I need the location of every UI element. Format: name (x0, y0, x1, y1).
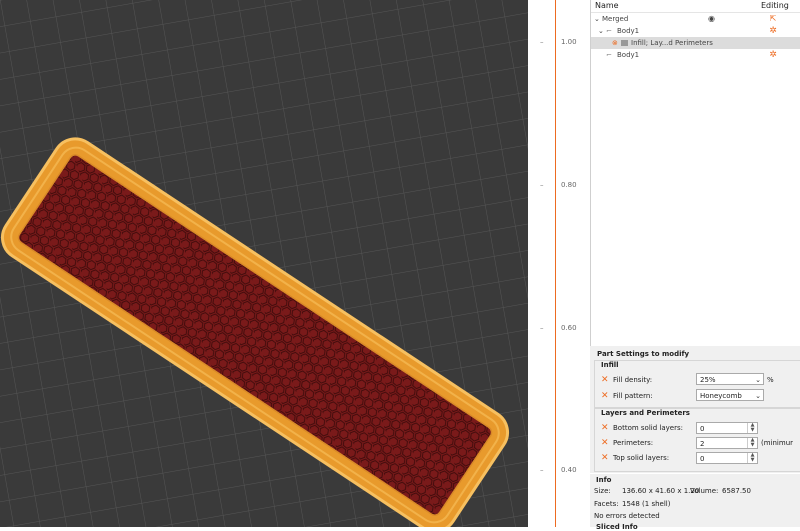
3d-viewport[interactable] (0, 0, 528, 527)
fill-pattern-label: Fill pattern: (613, 392, 653, 400)
perimeters-label: Perimeters: (613, 439, 654, 447)
fill-density-unit: % (767, 376, 774, 384)
size-value: 136.60 x 41.60 x 1.20 (622, 487, 700, 495)
layers-title: Layers and Perimeters (601, 409, 690, 417)
editing-column-header[interactable]: Editing (761, 0, 789, 12)
list-item-body1[interactable]: ⌄ ⌐ Body1 ✲ (591, 25, 800, 37)
infill-title: Infill (601, 361, 619, 369)
top-solid-layers-value: 0 (700, 455, 705, 463)
layers-group: Layers and Perimeters ✕ Bottom solid lay… (594, 408, 800, 472)
chevron-down-icon[interactable]: ⌄ (598, 25, 604, 37)
object-list: Name Editing ⌄ Merged ◉ ⇱ ⌄ ⌐ Body1 ✲ ⊗ … (590, 0, 800, 346)
part-icon: ⌐ (606, 27, 612, 35)
layer-slider-track[interactable] (555, 0, 556, 527)
slider-tick-label: 1.00 (561, 38, 577, 46)
settings-icon: ⊗ (612, 39, 618, 47)
bottom-solid-layers-label: Bottom solid layers: (613, 424, 683, 432)
slider-tick: – (540, 324, 544, 332)
volume-label: Volume: (690, 487, 719, 495)
object-label: Body1 (617, 27, 640, 35)
object-list-header: Name Editing (591, 0, 800, 13)
spinner-icon[interactable]: ▲ ▼ (747, 438, 757, 448)
print-preview-canvas[interactable] (0, 0, 528, 527)
top-solid-layers-input[interactable]: 0 ▲ ▼ (696, 452, 758, 464)
gear-icon[interactable]: ✲ (768, 50, 778, 60)
bottom-solid-layers-value: 0 (700, 425, 705, 433)
volume-value: 6587.50 (722, 487, 751, 495)
size-label: Size: (594, 487, 611, 495)
remove-setting-icon[interactable]: ✕ (601, 391, 609, 401)
external-edit-icon[interactable]: ⇱ (768, 14, 778, 24)
errors-status: No errors detected (594, 512, 660, 520)
fill-density-label: Fill density: (613, 376, 653, 384)
list-item-merged[interactable]: ⌄ Merged ◉ ⇱ (591, 13, 800, 25)
eye-icon[interactable]: ◉ (708, 13, 715, 25)
top-solid-layers-label: Top solid layers: (613, 454, 670, 462)
object-label: Body1 (617, 51, 640, 59)
chevron-down-icon[interactable]: ⌄ (594, 13, 600, 25)
fill-pattern-select[interactable]: Honeycomb ⌄ (696, 389, 764, 401)
slider-tick-label: 0.80 (561, 181, 577, 189)
slider-tick: – (540, 38, 544, 46)
fill-pattern-value: Honeycomb (700, 392, 742, 400)
info-panel: Info Size: 136.60 x 41.60 x 1.20 Volume:… (590, 474, 800, 531)
perimeters-note: (minimur (761, 439, 794, 447)
bottom-solid-layers-input[interactable]: 0 ▲ ▼ (696, 422, 758, 434)
fill-density-value: 25% (700, 376, 716, 384)
part-settings-title: Part Settings to modify (597, 350, 690, 358)
object-label: Infill; Lay...d Perimeters (631, 39, 713, 47)
sliced-info-title: Sliced Info (596, 523, 638, 531)
chevron-down-icon[interactable]: ⌄ (755, 374, 761, 386)
infill-group: Infill ✕ Fill density: 25% ⌄ % ✕ Fill pa… (594, 360, 800, 408)
slider-tick: – (540, 466, 544, 474)
part-settings-panel: Part Settings to modify Infill ✕ Fill de… (590, 346, 800, 473)
layer-slider-panel (528, 0, 590, 527)
info-title: Info (596, 476, 612, 484)
gear-icon[interactable]: ✲ (768, 26, 778, 36)
facets-value: 1548 (1 shell) (622, 500, 671, 508)
slider-tick: – (540, 181, 544, 189)
perimeters-input[interactable]: 2 ▲ ▼ (696, 437, 758, 449)
perimeters-value: 2 (700, 440, 705, 448)
remove-setting-icon[interactable]: ✕ (601, 438, 609, 448)
remove-setting-icon[interactable]: ✕ (601, 453, 609, 463)
layers-icon (621, 40, 628, 46)
object-label: Merged (602, 15, 629, 23)
list-item-body1[interactable]: ⌐ Body1 ✲ (591, 49, 800, 61)
list-item-settings[interactable]: ⊗ Infill; Lay...d Perimeters (591, 37, 800, 49)
remove-setting-icon[interactable]: ✕ (601, 423, 609, 433)
spinner-icon[interactable]: ▲ ▼ (747, 423, 757, 433)
part-icon: ⌐ (606, 51, 612, 59)
chevron-down-icon[interactable]: ⌄ (755, 390, 761, 402)
name-column-header[interactable]: Name (595, 0, 619, 12)
fill-density-select[interactable]: 25% ⌄ (696, 373, 764, 385)
facets-label: Facets: (594, 500, 619, 508)
remove-setting-icon[interactable]: ✕ (601, 375, 609, 385)
slider-tick-label: 0.60 (561, 324, 577, 332)
spinner-icon[interactable]: ▲ ▼ (747, 453, 757, 463)
slider-tick-label: 0.40 (561, 466, 577, 474)
